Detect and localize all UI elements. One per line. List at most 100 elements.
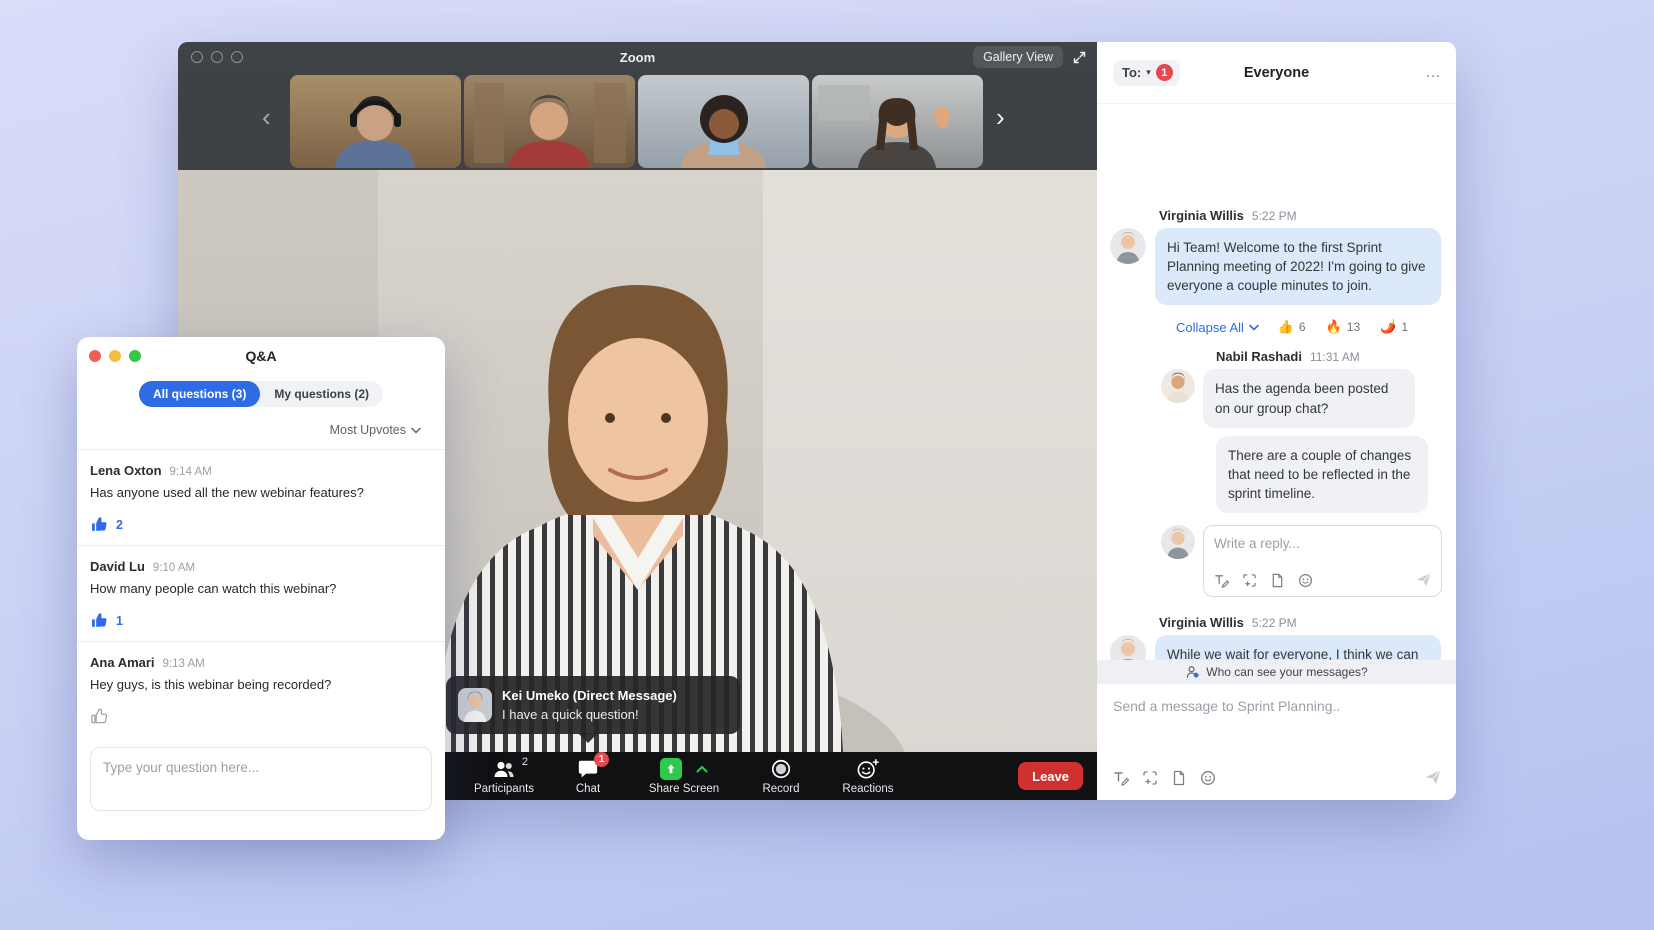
- reply-composer: [1161, 525, 1442, 597]
- chevron-down-icon: ▾: [1146, 67, 1151, 78]
- message-bubble: Hi Team! Welcome to the first Sprint Pla…: [1155, 228, 1441, 305]
- participants-button[interactable]: 2 Participants: [464, 758, 544, 795]
- question-time: 9:13 AM: [163, 658, 205, 670]
- message-bubble: There are a couple of changes that need …: [1216, 436, 1428, 513]
- screenshot-icon[interactable]: [1142, 770, 1158, 786]
- composer-tool-icons: [1113, 770, 1216, 786]
- share-options-chevron-icon[interactable]: [696, 765, 708, 773]
- message-bubble: Has the agenda been posted on our group …: [1203, 369, 1415, 427]
- to-unread-badge: 1: [1156, 64, 1173, 81]
- chat-message-input[interactable]: [1113, 698, 1440, 714]
- chat-more-menu-icon[interactable]: …: [1425, 64, 1442, 82]
- share-screen-button[interactable]: Share Screen: [634, 758, 734, 795]
- thumbnail-row: [290, 75, 983, 168]
- screenshot-icon[interactable]: [1242, 573, 1257, 588]
- record-button[interactable]: Record: [746, 758, 816, 795]
- chat-composer: [1097, 684, 1456, 800]
- reaction-thumbs-up[interactable]: 👍 6: [1278, 319, 1306, 335]
- thread-controls: Collapse All 👍 6 🔥 13 🌶️: [1161, 317, 1442, 337]
- chat-header: To: ▾ 1 Everyone …: [1097, 42, 1456, 104]
- qa-window: Q&A All questions (3) My questions (2) M…: [77, 337, 445, 840]
- video-thumbnail-2[interactable]: [464, 75, 635, 168]
- qa-window-title: Q&A: [77, 348, 445, 364]
- upvote-button[interactable]: 1: [90, 611, 123, 630]
- question-time: 9:14 AM: [170, 466, 212, 478]
- privacy-person-icon: [1185, 665, 1200, 679]
- chat-message-list: Virginia Willis 5:22 PM Hi Team! Welcome…: [1097, 104, 1456, 660]
- reactions-button[interactable]: Reactions: [828, 758, 908, 795]
- avatar: [1110, 635, 1146, 660]
- dm-toast-text: Kei Umeko (Direct Message) I have a quic…: [502, 688, 677, 722]
- collapse-all-button[interactable]: Collapse All: [1176, 320, 1259, 335]
- chat-unread-badge: 1: [594, 752, 609, 767]
- avatar: [1110, 228, 1146, 264]
- chat-bubble-icon: 1: [577, 758, 599, 780]
- qa-question-input[interactable]: [103, 760, 419, 775]
- titlebar-actions: Gallery View: [973, 46, 1087, 68]
- filmstrip-next-icon[interactable]: ›: [996, 104, 1005, 130]
- question-author: Ana Amari: [90, 655, 155, 670]
- chat-message: Virginia Willis 5:22 PM Hi Team! Welcome…: [1110, 208, 1442, 305]
- question-author: Lena Oxton: [90, 463, 162, 478]
- sender-name: Virginia Willis: [1159, 208, 1244, 223]
- dm-toast-message: I have a quick question!: [502, 707, 677, 722]
- qa-tabs: All questions (3) My questions (2): [77, 381, 445, 407]
- dm-toast-title: Kei Umeko (Direct Message): [502, 688, 677, 703]
- sort-dropdown[interactable]: Most Upvotes: [77, 407, 445, 449]
- question-time: 9:10 AM: [153, 562, 195, 574]
- message-thread: Collapse All 👍 6 🔥 13 🌶️: [1161, 317, 1442, 597]
- dm-sender-avatar: [458, 688, 492, 722]
- sender-name: Nabil Rashadi: [1216, 349, 1302, 364]
- chevron-down-icon: [1249, 324, 1259, 331]
- reaction-fire[interactable]: 🔥 13: [1326, 319, 1361, 335]
- chat-panel: To: ▾ 1 Everyone … Virginia Willis 5:22 …: [1097, 42, 1456, 800]
- reply-input-box: [1203, 525, 1442, 597]
- file-attach-icon[interactable]: [1171, 770, 1187, 786]
- tab-my-questions[interactable]: My questions (2): [260, 381, 383, 407]
- avatar: [1161, 369, 1195, 403]
- to-recipient-selector[interactable]: To: ▾ 1: [1113, 60, 1180, 86]
- thumbs-up-icon: [90, 707, 109, 726]
- reply-input[interactable]: [1214, 536, 1431, 551]
- question-author: David Lu: [90, 559, 145, 574]
- emoji-icon[interactable]: [1298, 573, 1313, 588]
- upvote-button[interactable]: 2: [90, 515, 123, 534]
- question-text: Hey guys, is this webinar being recorded…: [90, 677, 432, 692]
- qa-titlebar: Q&A: [77, 337, 445, 375]
- avatar: [1161, 525, 1195, 559]
- question-text: Has anyone used all the new webinar feat…: [90, 485, 432, 500]
- participants-icon: 2: [492, 758, 516, 780]
- reaction-pepper[interactable]: 🌶️ 1: [1380, 319, 1408, 335]
- gallery-view-button[interactable]: Gallery View: [973, 46, 1063, 68]
- format-text-icon[interactable]: [1214, 573, 1229, 588]
- message-visibility-note[interactable]: Who can see your messages?: [1097, 660, 1456, 684]
- share-screen-icon: [660, 758, 682, 780]
- file-attach-icon[interactable]: [1270, 573, 1285, 588]
- upvote-button[interactable]: [90, 707, 116, 726]
- window-titlebar: Zoom Gallery View: [178, 42, 1097, 72]
- tab-all-questions[interactable]: All questions (3): [139, 381, 260, 407]
- participants-count: 2: [522, 756, 528, 768]
- message-time: 11:31 AM: [1310, 350, 1360, 364]
- chat-button[interactable]: 1 Chat: [556, 758, 620, 795]
- video-thumbnail-4[interactable]: [812, 75, 983, 168]
- send-reply-icon[interactable]: [1415, 571, 1432, 588]
- thumbs-up-icon: [90, 611, 109, 630]
- video-thumbnail-1[interactable]: [290, 75, 461, 168]
- question-text: How many people can watch this webinar?: [90, 581, 432, 596]
- message-time: 5:22 PM: [1252, 209, 1297, 223]
- chat-message: Virginia Willis 5:22 PM While we wait fo…: [1110, 615, 1442, 660]
- qa-question: Lena Oxton 9:14 AM Has anyone used all t…: [77, 450, 445, 545]
- leave-button[interactable]: Leave: [1018, 762, 1083, 790]
- qa-input-box: [90, 747, 432, 811]
- filmstrip-prev-icon[interactable]: ‹: [262, 104, 271, 130]
- message-time: 5:22 PM: [1252, 616, 1297, 630]
- video-thumbnail-3[interactable]: [638, 75, 809, 168]
- direct-message-toast[interactable]: Kei Umeko (Direct Message) I have a quic…: [446, 676, 740, 734]
- format-text-icon[interactable]: [1113, 770, 1129, 786]
- emoji-icon[interactable]: [1200, 770, 1216, 786]
- send-message-icon[interactable]: [1424, 768, 1442, 786]
- chevron-down-icon: [411, 427, 421, 434]
- reactions-smiley-icon: [856, 758, 880, 780]
- fullscreen-expand-icon[interactable]: [1072, 50, 1087, 65]
